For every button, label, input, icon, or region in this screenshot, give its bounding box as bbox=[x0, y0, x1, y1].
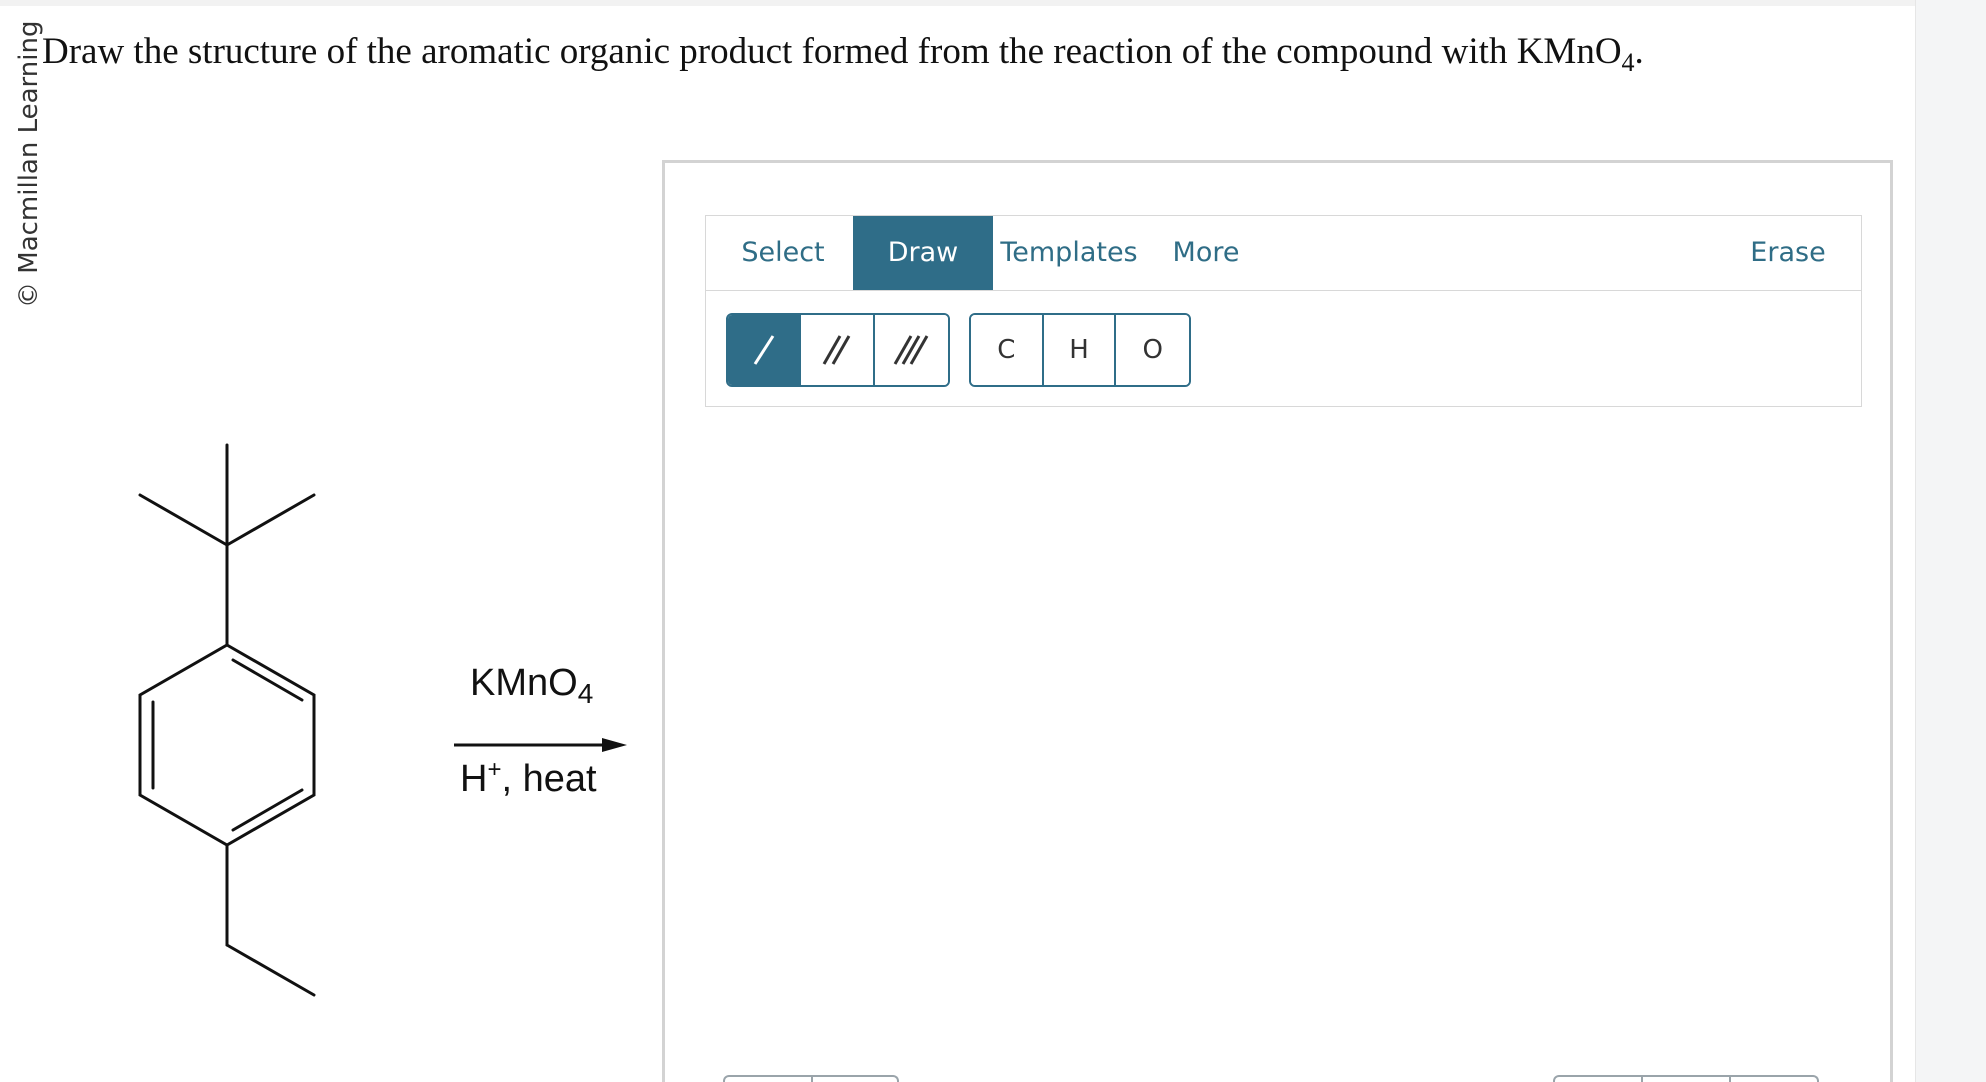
reactant-structure bbox=[138, 443, 316, 997]
bond-tool-group bbox=[726, 313, 950, 387]
reagent-top: KMnO4 bbox=[470, 662, 593, 710]
atom-tool-group: C H O bbox=[969, 313, 1191, 387]
single-bond-button[interactable] bbox=[728, 315, 802, 385]
bottom-left-controls[interactable] bbox=[723, 1075, 899, 1082]
triple-bond-button[interactable] bbox=[874, 315, 948, 385]
tab-more[interactable]: More bbox=[1161, 216, 1251, 290]
right-scroll-gutter bbox=[1915, 0, 1986, 1082]
question-subscript: 4 bbox=[1621, 48, 1635, 77]
question-text: Draw the structure of the aromatic organ… bbox=[42, 30, 1644, 78]
reagent-top-text: KMnO bbox=[470, 662, 578, 704]
reagent-bottom: H+, heat bbox=[460, 756, 597, 801]
top-divider bbox=[0, 0, 1915, 6]
reagent-top-sub: 4 bbox=[577, 678, 594, 709]
tab-draw[interactable]: Draw bbox=[853, 216, 993, 290]
erase-button[interactable]: Erase bbox=[1743, 216, 1833, 290]
reagent-bottom-plus: + bbox=[487, 756, 502, 783]
bottom-right-controls[interactable] bbox=[1553, 1075, 1819, 1082]
reagent-bottom-heat: , heat bbox=[501, 758, 597, 800]
tab-select[interactable]: Select bbox=[728, 216, 838, 290]
question-main: Draw the structure of the aromatic organ… bbox=[42, 31, 1622, 72]
copyright-label: © Macmillan Learning bbox=[14, 20, 44, 308]
double-bond-icon bbox=[822, 335, 851, 365]
reagent-bottom-h: H bbox=[460, 758, 488, 800]
drawing-canvas[interactable]: Select Draw Templates More Erase C H O bbox=[662, 160, 1893, 1082]
question-end: . bbox=[1634, 31, 1644, 72]
double-bond-button[interactable] bbox=[801, 315, 875, 385]
triple-bond-icon bbox=[894, 335, 929, 365]
editor-toolbar: Select Draw Templates More Erase C H O bbox=[705, 215, 1862, 407]
page: © Macmillan Learning Draw the structure … bbox=[0, 0, 1986, 1082]
atom-c-button[interactable]: C bbox=[971, 315, 1044, 385]
atom-o-button[interactable]: O bbox=[1116, 315, 1189, 385]
tab-templates[interactable]: Templates bbox=[999, 216, 1139, 290]
toolbar-tabs: Select Draw Templates More Erase bbox=[706, 216, 1861, 291]
single-bond-icon bbox=[753, 335, 774, 365]
atom-h-button[interactable]: H bbox=[1043, 315, 1117, 385]
